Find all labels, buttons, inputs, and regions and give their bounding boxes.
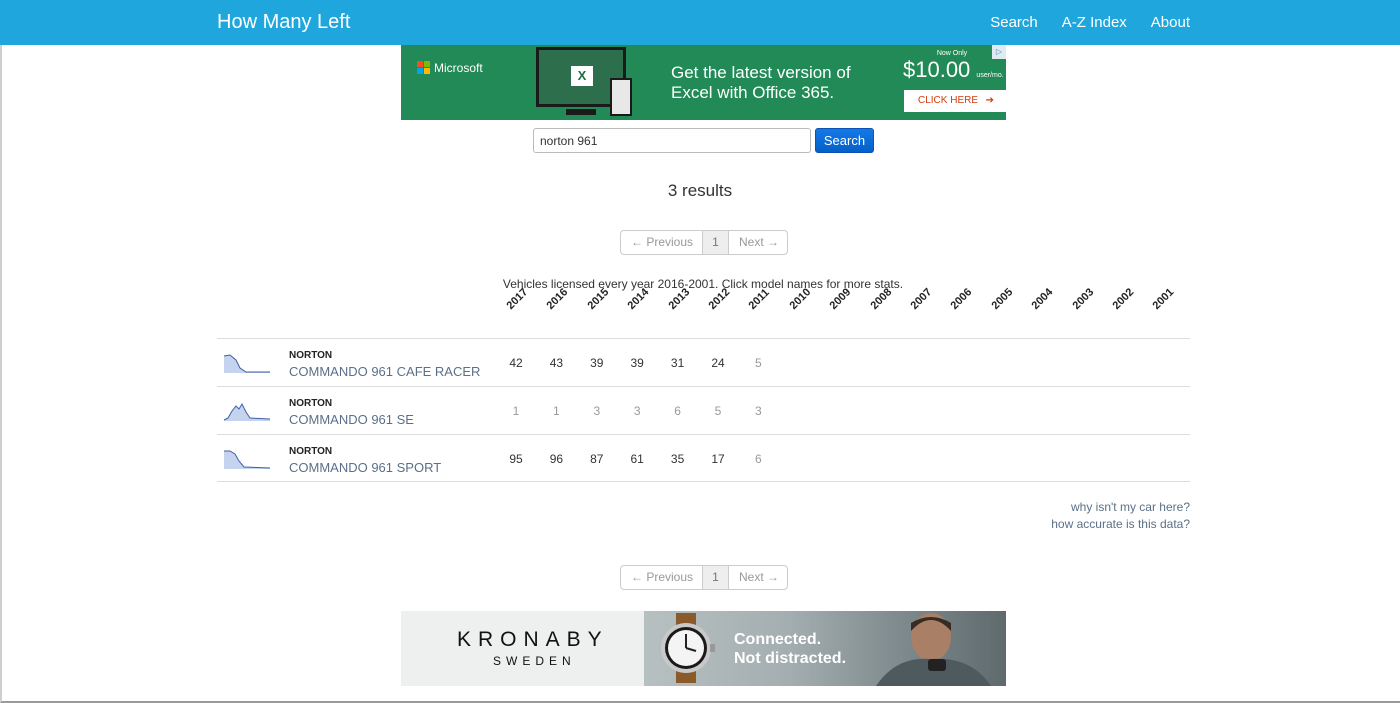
monitor-stand bbox=[566, 109, 596, 115]
nav-links: Search A-Z Index About bbox=[990, 14, 1190, 31]
ad-price: $10.00 user/mo. bbox=[903, 57, 1004, 82]
year-count-cell: 1 bbox=[553, 404, 560, 418]
sparkline-chart bbox=[223, 402, 271, 421]
vehicle-make: NORTON bbox=[289, 398, 333, 409]
pager-previous[interactable]: ← Previous bbox=[621, 566, 703, 589]
year-count-cell: 96 bbox=[549, 452, 564, 466]
ad-now-only: Now Only bbox=[936, 50, 968, 57]
year-count-cell: 6 bbox=[674, 404, 681, 418]
pager-page-1[interactable]: 1 bbox=[703, 566, 729, 589]
nav-about-link[interactable]: About bbox=[1151, 14, 1190, 31]
watch-icon bbox=[661, 613, 715, 683]
year-count-cell: 5 bbox=[714, 404, 722, 418]
table-row: NORTON COMMANDO 961 CAFE RACER 42 43 39 39 3… bbox=[217, 338, 1190, 386]
ad-brand-name: Microsoft bbox=[434, 61, 483, 75]
vehicle-model-link[interactable]: COMMANDO 961 SE bbox=[289, 412, 414, 427]
microsoft-logo-icon bbox=[417, 61, 430, 74]
search-button[interactable]: Search bbox=[815, 128, 874, 153]
year-count-cell: 3 bbox=[633, 404, 641, 418]
results-count: 3 results bbox=[667, 181, 733, 200]
search-form: Search bbox=[533, 128, 874, 153]
pager-previous[interactable]: ← Previous bbox=[621, 231, 703, 254]
search-input[interactable] bbox=[533, 128, 811, 153]
year-count-cell: 3 bbox=[755, 404, 762, 418]
pager-page-1[interactable]: 1 bbox=[703, 231, 729, 254]
data-accuracy-link[interactable]: how accurate is this data? bbox=[1051, 517, 1190, 531]
table-row: NORTON COMMANDO 961 SE 1 1 3 3 6 5 3 bbox=[217, 386, 1190, 434]
year-count-cell: 31 bbox=[670, 356, 685, 370]
year-count-cell: 87 bbox=[590, 452, 604, 466]
ad-price-box: Now Only $10.00 user/mo. bbox=[899, 50, 1005, 83]
pager-next[interactable]: Next → bbox=[729, 566, 787, 589]
year-count-cell: 6 bbox=[755, 452, 762, 466]
year-count-cell: 24 bbox=[711, 356, 725, 370]
year-count-cell: 61 bbox=[630, 452, 644, 466]
year-count-cell: 39 bbox=[630, 356, 644, 370]
site-brand-link[interactable]: How Many Left bbox=[217, 11, 350, 34]
nav-az-index-link[interactable]: A-Z Index bbox=[1062, 14, 1127, 31]
year-count-cell: 1 bbox=[512, 404, 520, 418]
kronaby-ad[interactable]: KRONABY SWEDEN Connected. Not distracted… bbox=[401, 611, 1006, 686]
phone-icon bbox=[610, 78, 632, 116]
pager-bottom: ← Previous 1 Next → bbox=[620, 565, 788, 590]
person-image bbox=[876, 613, 991, 686]
year-count-cell: 95 bbox=[509, 452, 523, 466]
year-count-cell: 42 bbox=[509, 356, 523, 370]
vehicle-make: NORTON bbox=[289, 446, 333, 457]
ad-headline: Get the latest version of Excel with Off… bbox=[671, 63, 851, 102]
nav-search-link[interactable]: Search bbox=[990, 14, 1038, 31]
year-count-cell: 39 bbox=[590, 356, 604, 370]
vehicle-model-link[interactable]: COMMANDO 961 CAFE RACER bbox=[289, 364, 480, 379]
sparkline-chart bbox=[223, 354, 270, 373]
year-count-cell: 5 bbox=[755, 356, 762, 370]
year-count-cell: 35 bbox=[670, 452, 685, 466]
kronaby-country: SWEDEN bbox=[493, 654, 576, 668]
vehicle-model-link[interactable]: COMMANDO 961 SPORT bbox=[289, 460, 441, 475]
microsoft-office-ad[interactable]: Microsoft X Get the latest version of Ex… bbox=[401, 45, 1006, 120]
year-count-cell: 17 bbox=[711, 452, 725, 466]
ad-choices-icon[interactable]: ▷ bbox=[992, 45, 1006, 59]
sparkline-chart bbox=[224, 450, 271, 469]
licensing-note: Vehicles licensed every year 2016-2001. … bbox=[502, 277, 904, 291]
table-row: NORTON COMMANDO 961 SPORT 95 96 87 61 35 17 6 bbox=[217, 434, 1190, 482]
ad-tagline: Connected. Not distracted. bbox=[734, 631, 847, 667]
why-not-here-link[interactable]: why isn't my car here? bbox=[1071, 500, 1190, 514]
year-count-cell: 3 bbox=[593, 404, 601, 418]
ad-click-here-button[interactable]: CLICK HERE ➔ bbox=[904, 90, 1006, 112]
pager-top: ← Previous 1 Next → bbox=[620, 230, 788, 255]
vehicle-table: NORTON COMMANDO 961 CAFE RACER 42 43 39 39 3… bbox=[217, 338, 1190, 482]
pager-next[interactable]: Next → bbox=[729, 231, 787, 254]
kronaby-logo: KRONABY bbox=[457, 628, 609, 651]
vehicle-make: NORTON bbox=[289, 350, 333, 361]
arrow-right-icon: ➔ bbox=[985, 95, 994, 106]
year-count-cell: 43 bbox=[549, 356, 564, 370]
top-navbar: How Many Left Search A-Z Index About bbox=[0, 0, 1400, 45]
